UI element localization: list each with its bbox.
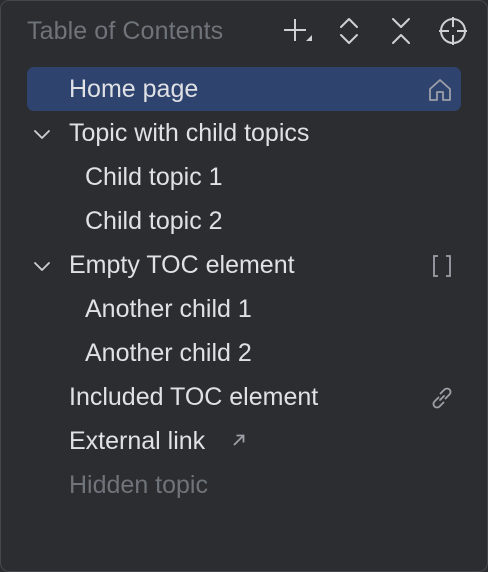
toc-item-another-child-1[interactable]: Another child 1 (1, 287, 487, 331)
link-icon (429, 385, 455, 411)
chevron-down-icon[interactable] (31, 123, 53, 145)
add-icon (279, 14, 313, 48)
toc-item-included-toc-element[interactable]: Included TOC element (1, 375, 487, 419)
toc-item-label: Child topic 1 (85, 163, 223, 191)
toc-item-label: Child topic 2 (85, 207, 223, 235)
toc-item-label: Included TOC element (69, 383, 319, 411)
toc-item-empty-toc-element[interactable]: Empty TOC element (1, 243, 487, 287)
external-link-arrow-icon (231, 432, 247, 448)
empty-element-icon (429, 253, 455, 279)
locate-button[interactable] (436, 13, 470, 49)
toc-item-external-link[interactable]: External link (1, 419, 487, 463)
toc-item-child-topic-1[interactable]: Child topic 1 (1, 155, 487, 199)
toc-item-label: Hidden topic (69, 471, 208, 499)
collapse-all-icon (389, 16, 413, 46)
toc-item-label: Another child 1 (85, 295, 252, 323)
collapse-all-button[interactable] (384, 13, 418, 49)
toc-header: Table of Contents (1, 1, 487, 63)
toc-item-label: External link (69, 427, 206, 455)
add-button[interactable] (279, 13, 313, 49)
expand-all-button[interactable] (332, 13, 366, 49)
toc-item-topic-with-child-topics[interactable]: Topic with child topics (1, 111, 487, 155)
home-icon (427, 77, 453, 103)
locate-icon (437, 15, 469, 47)
toc-item-label: Home page (69, 75, 199, 103)
toc-item-label: Another child 2 (85, 339, 252, 367)
toc-item-another-child-2[interactable]: Another child 2 (1, 331, 487, 375)
chevron-down-icon[interactable] (31, 255, 53, 277)
toc-item-home-page[interactable]: Home page (1, 67, 487, 111)
toc-item-label: Empty TOC element (69, 251, 295, 279)
toc-item-child-topic-2[interactable]: Child topic 2 (1, 199, 487, 243)
toc-panel: Table of Contents Home page Topic with c… (0, 0, 488, 572)
toc-item-label: Topic with child topics (69, 119, 310, 147)
toc-tree: Home page Topic with child topics Child … (1, 67, 487, 507)
toc-item-hidden-topic[interactable]: Hidden topic (1, 463, 487, 507)
expand-all-icon (337, 16, 361, 46)
panel-title: Table of Contents (27, 17, 224, 45)
